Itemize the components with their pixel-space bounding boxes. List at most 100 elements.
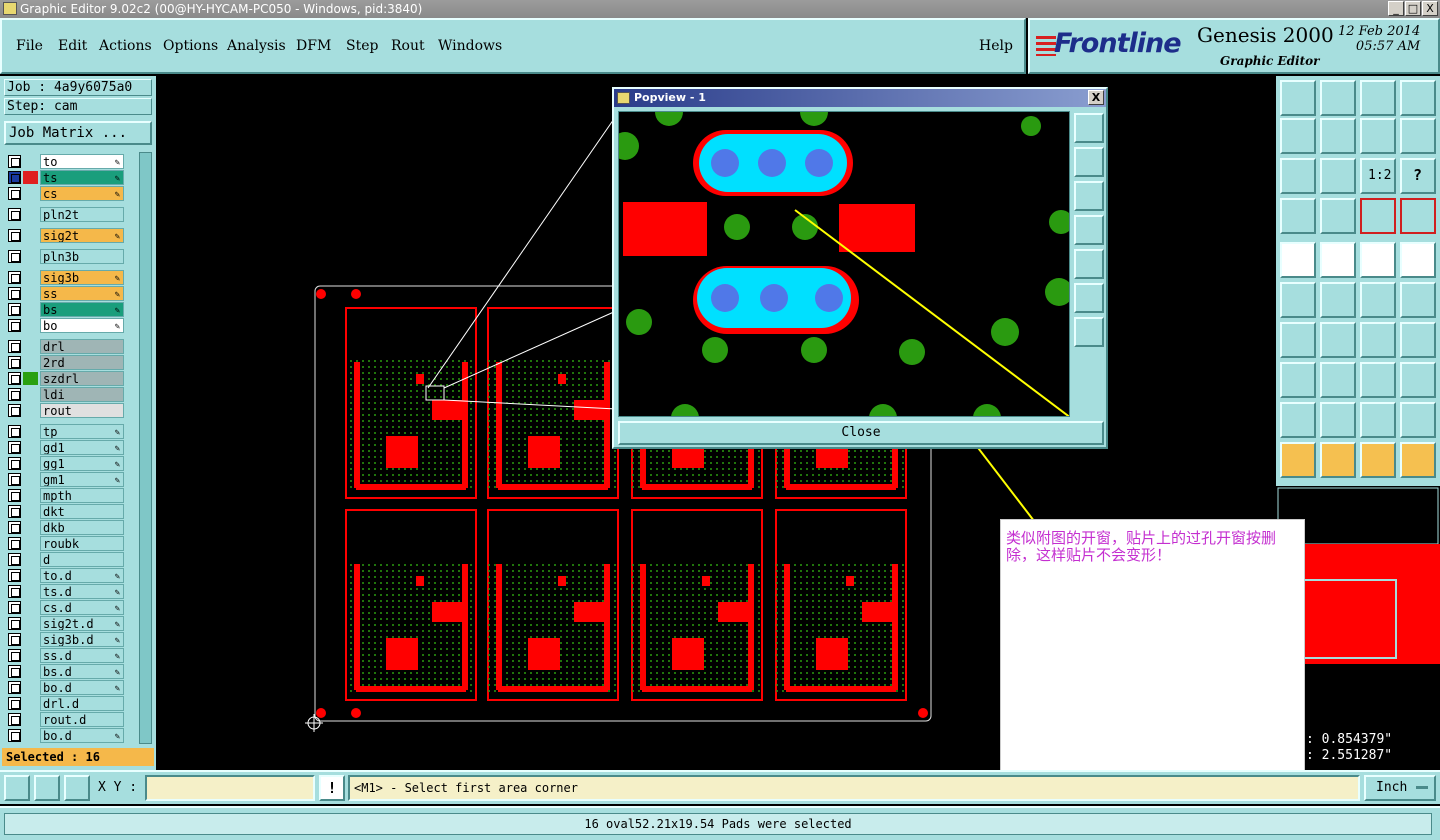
pan-down-icon[interactable] — [1320, 80, 1356, 116]
triangle-alt-icon[interactable] — [1320, 402, 1356, 438]
layer-name[interactable]: to ✎ — [40, 154, 124, 169]
layer-name[interactable]: ss.d ✎ — [40, 648, 124, 663]
layer-name[interactable]: bs ✎ — [40, 302, 124, 317]
select-box-icon[interactable] — [1400, 242, 1436, 278]
layer-checkbox[interactable] — [8, 569, 21, 582]
layer-row[interactable]: cs ✎ — [4, 186, 138, 201]
layer-name[interactable]: mpth — [40, 488, 124, 503]
layer-row[interactable]: sig3b.d ✎ — [4, 632, 138, 647]
menu-rout[interactable]: Rout — [391, 38, 425, 54]
popview-zoom-in-button[interactable] — [1074, 283, 1104, 313]
snap-alt-icon[interactable] — [1400, 198, 1436, 234]
layer-checkbox[interactable] — [8, 521, 21, 534]
layer-checkbox[interactable] — [8, 425, 21, 438]
layer-name[interactable]: rout.d — [40, 712, 124, 727]
close-window-button[interactable]: X — [1422, 1, 1438, 16]
popview-pan-down-button[interactable] — [1074, 181, 1104, 211]
pointer-route-icon[interactable] — [1400, 442, 1436, 478]
zoom-fit-icon[interactable] — [1280, 158, 1316, 194]
layer-checkbox[interactable] — [8, 713, 21, 726]
cross-icon[interactable] — [1320, 282, 1356, 318]
layer-row[interactable]: dkt — [4, 504, 138, 519]
layer-row[interactable]: ts.d ✎ — [4, 584, 138, 599]
layer-name[interactable]: gd1 ✎ — [40, 440, 124, 455]
tools-icon[interactable] — [1280, 198, 1316, 234]
layer-checkbox[interactable] — [8, 617, 21, 630]
layer-name[interactable]: dkb — [40, 520, 124, 535]
layer-name[interactable]: sig2t ✎ — [40, 228, 124, 243]
select-pad-icon[interactable] — [1280, 242, 1316, 278]
layer-name[interactable]: bs.d ✎ — [40, 664, 124, 679]
menu-edit[interactable]: Edit — [58, 38, 87, 54]
layer-row[interactable]: sig3b ✎ — [4, 270, 138, 285]
layer-row[interactable]: to.d ✎ — [4, 568, 138, 583]
snake-icon[interactable] — [1400, 118, 1436, 154]
layer-name[interactable]: drl — [40, 339, 124, 354]
job-matrix-button[interactable]: Job Matrix ... — [4, 121, 152, 145]
window-titlebar[interactable]: Graphic Editor 9.02c2 (00@HY-HYCAM-PC050… — [0, 0, 1440, 18]
layer-name[interactable]: rout — [40, 403, 124, 418]
popview-pan-up-button[interactable] — [1074, 147, 1104, 177]
menu-dfm[interactable]: DFM — [296, 38, 331, 54]
layer-checkbox[interactable] — [8, 585, 21, 598]
layer-checkbox[interactable] — [8, 319, 21, 332]
zoom-area-icon[interactable] — [4, 775, 30, 801]
layer-row[interactable]: ldi — [4, 387, 138, 402]
home-icon[interactable] — [1360, 80, 1396, 116]
layer-name[interactable]: gg1 ✎ — [40, 456, 124, 471]
layer-row[interactable]: sig2t ✎ — [4, 228, 138, 243]
layer-row[interactable]: ss ✎ — [4, 286, 138, 301]
minimize-button[interactable]: _ — [1388, 1, 1404, 16]
layer-row[interactable]: ts ✎ — [4, 170, 138, 185]
layer-list-scrollbar[interactable] — [139, 152, 152, 744]
layer-row[interactable]: bo.d ✎ — [4, 728, 138, 743]
layer-checkbox[interactable] — [8, 340, 21, 353]
arc-icon[interactable] — [1360, 322, 1396, 358]
menu-file[interactable]: File — [16, 38, 43, 54]
pan-left-icon[interactable] — [1280, 118, 1316, 154]
menu-actions[interactable]: Actions — [99, 38, 152, 54]
zoom-1-2-icon[interactable]: 1:2 — [1360, 158, 1396, 194]
mirror-icon[interactable] — [1360, 118, 1396, 154]
layer-row[interactable]: drl.d — [4, 696, 138, 711]
pan-right-icon[interactable] — [1320, 118, 1356, 154]
layer-checkbox[interactable] — [8, 372, 21, 385]
layer-checkbox[interactable] — [8, 287, 21, 300]
layer-name[interactable]: ss ✎ — [40, 286, 124, 301]
popview-pan-left-button[interactable] — [1074, 215, 1104, 245]
layer-name[interactable]: bo.d ✎ — [40, 680, 124, 695]
add-line-icon[interactable] — [1360, 282, 1396, 318]
layer-row[interactable]: bo.d ✎ — [4, 680, 138, 695]
layer-checkbox[interactable] — [8, 649, 21, 662]
popview-zoom-out-button[interactable] — [1074, 317, 1104, 347]
layer-row[interactable]: mpth — [4, 488, 138, 503]
layer-checkbox[interactable] — [8, 171, 21, 184]
angle-icon[interactable] — [1280, 322, 1316, 358]
layer-checkbox[interactable] — [8, 473, 21, 486]
popview-close-icon[interactable]: X — [1088, 90, 1104, 105]
layer-row[interactable]: gd1 ✎ — [4, 440, 138, 455]
layer-row[interactable]: pln3b — [4, 249, 138, 264]
help-icon[interactable]: ? — [1400, 158, 1436, 194]
triangle-icon[interactable] — [1280, 402, 1316, 438]
layer-name[interactable]: sig3b ✎ — [40, 270, 124, 285]
dimension-icon[interactable] — [1360, 362, 1396, 398]
layer-name[interactable]: 2rd — [40, 355, 124, 370]
layer-name[interactable]: drl.d — [40, 696, 124, 711]
layer-row[interactable]: szdrl — [4, 371, 138, 386]
layer-name[interactable]: sig3b.d ✎ — [40, 632, 124, 647]
pad-icon[interactable] — [1280, 362, 1316, 398]
layer-checkbox[interactable] — [8, 681, 21, 694]
layer-checkbox[interactable] — [8, 208, 21, 221]
layer-name[interactable]: cs ✎ — [40, 186, 124, 201]
layer-row[interactable]: drl — [4, 339, 138, 354]
layer-row[interactable]: to ✎ — [4, 154, 138, 169]
layer-checkbox[interactable] — [8, 537, 21, 550]
layer-row[interactable]: rout — [4, 403, 138, 418]
layer-checkbox[interactable] — [8, 271, 21, 284]
xy-input[interactable] — [145, 775, 315, 801]
layer-row[interactable]: pln2t — [4, 207, 138, 222]
triangle-outline-icon[interactable] — [1400, 402, 1436, 438]
diagonal-icon[interactable] — [1320, 322, 1356, 358]
triangle-fill-icon[interactable] — [1360, 402, 1396, 438]
